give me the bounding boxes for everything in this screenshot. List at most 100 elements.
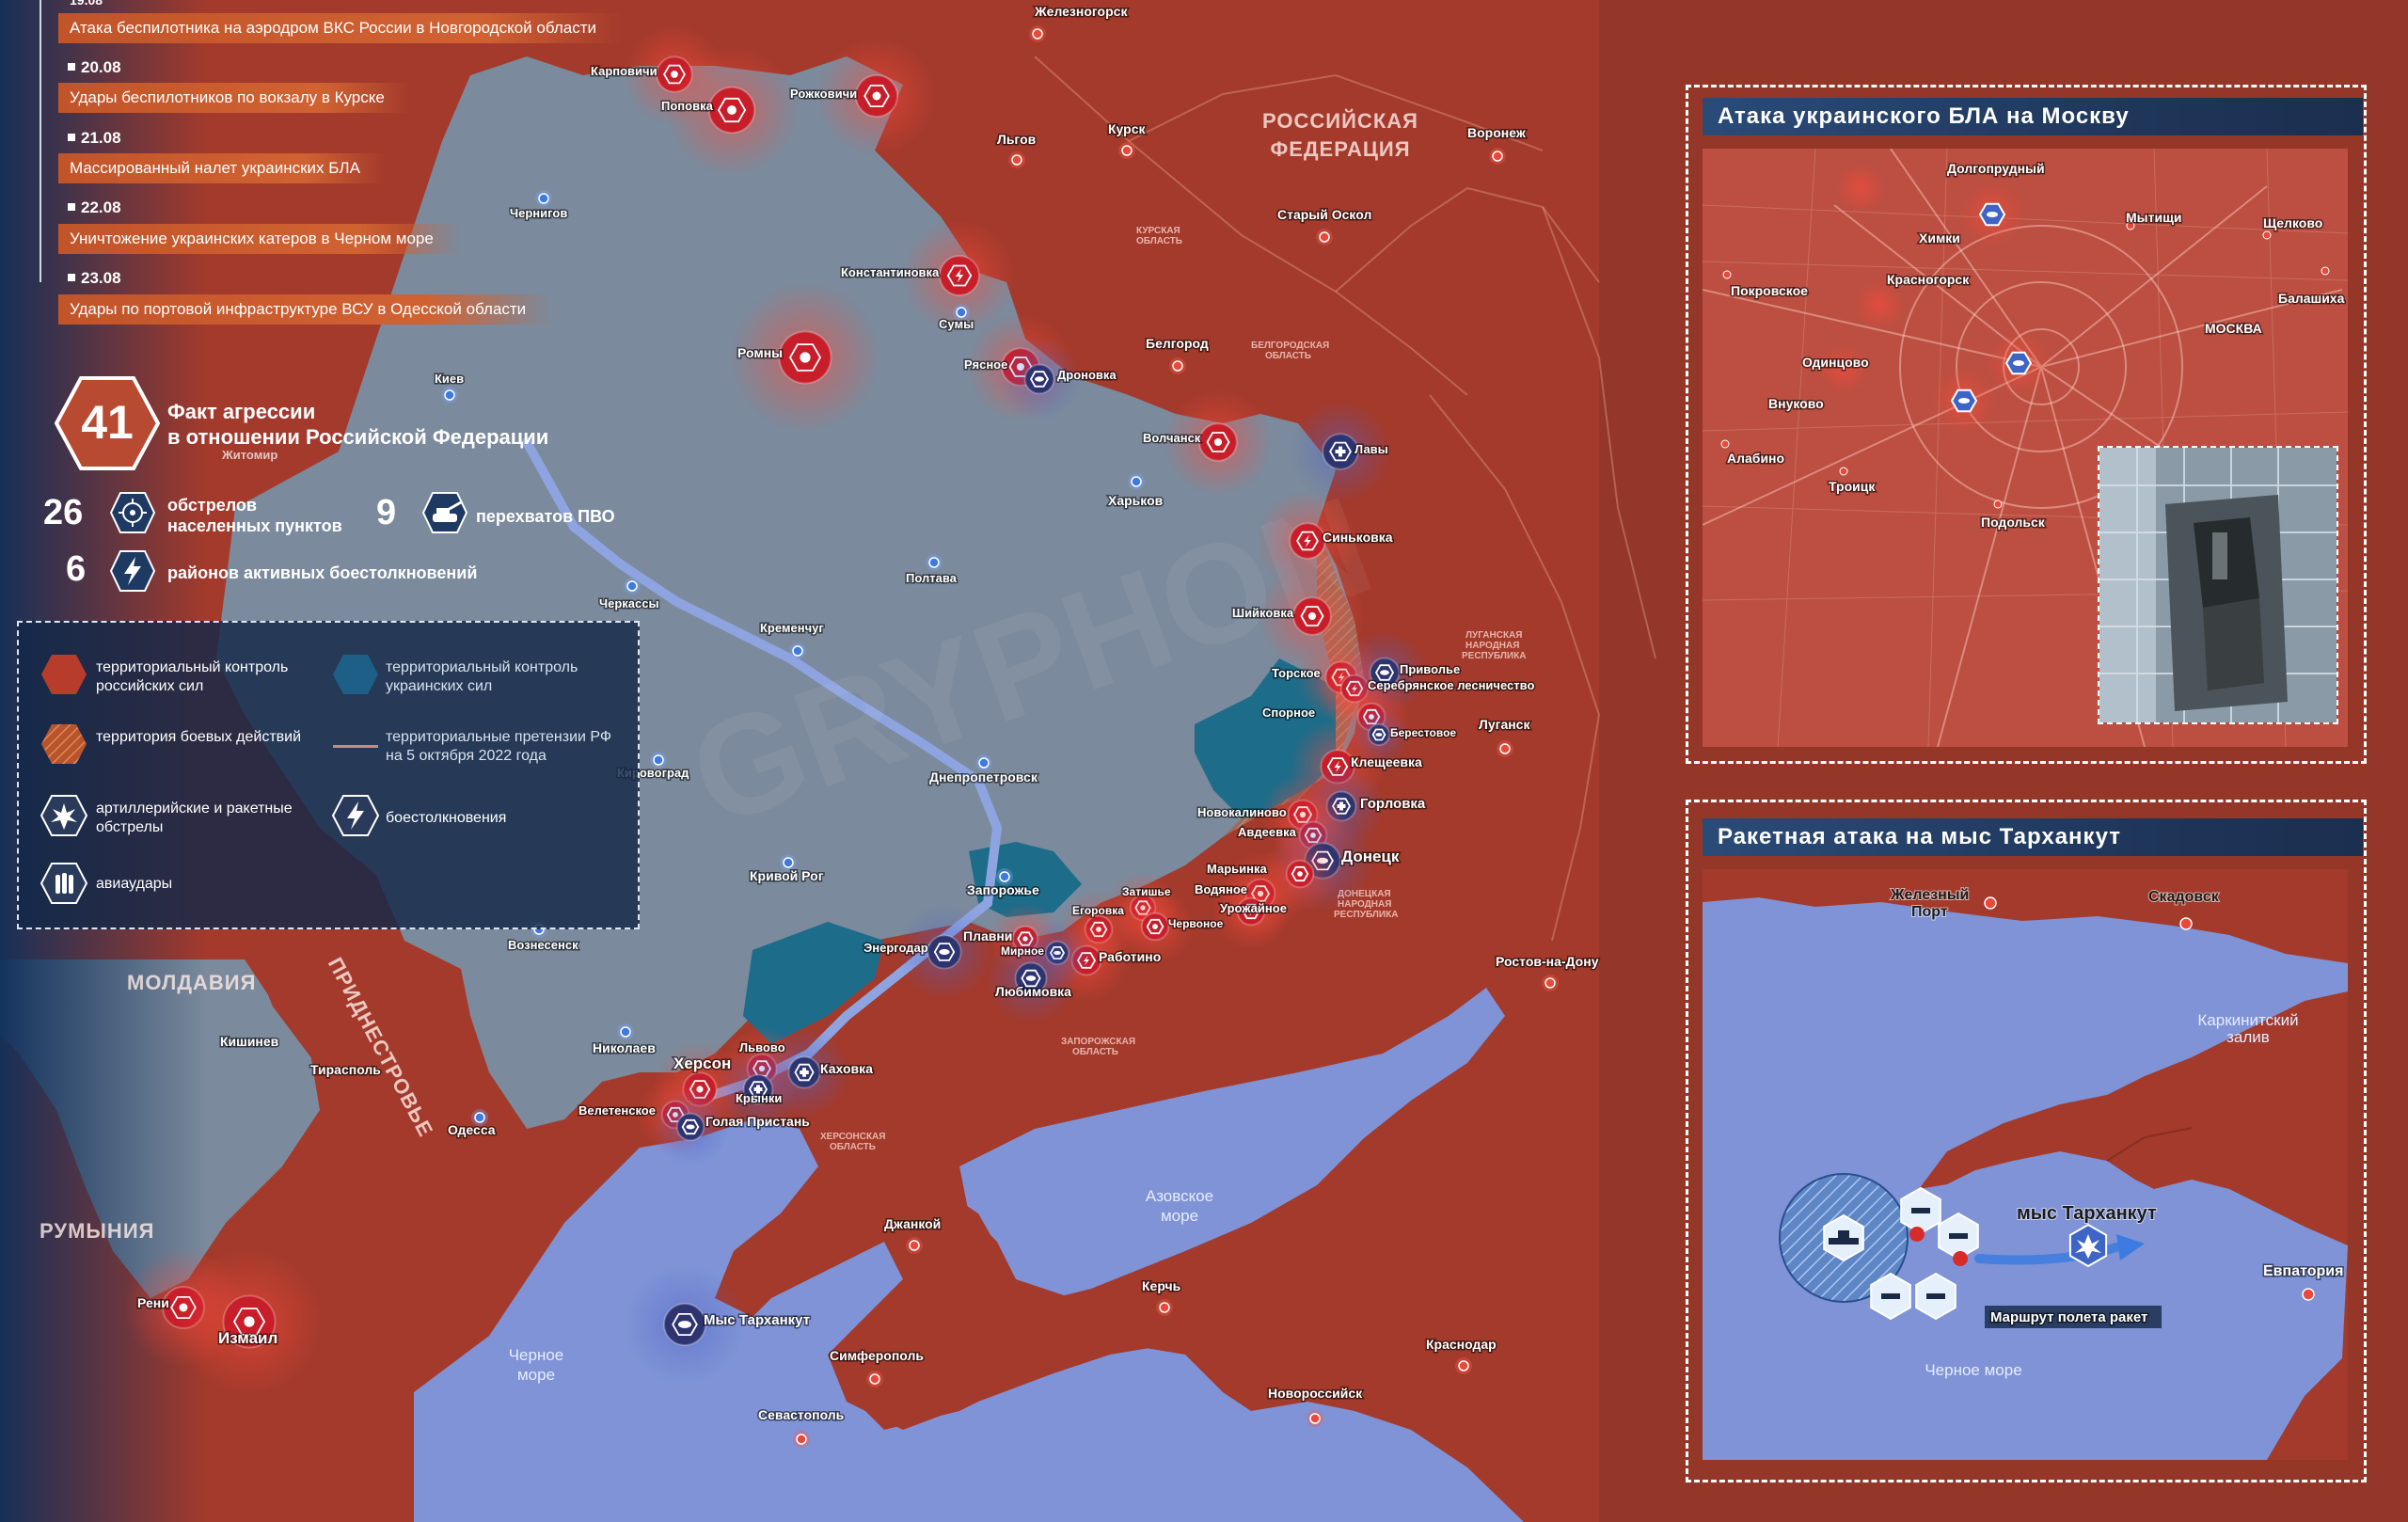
city-kakhovka[interactable]: Каховка [819, 1060, 875, 1078]
map-stage: КУРСКАЯ ОБЛАСТЬ БЕЛГОРОДСКАЯ ОБЛАСТЬ ЛУГ… [0, 0, 2408, 1522]
city-popovka[interactable]: Поповка [660, 98, 716, 115]
city-plavni[interactable]: Плавни [962, 927, 1014, 945]
region-kursk-2: ОБЛАСТЬ [1136, 236, 1182, 246]
city-avdeevka[interactable]: Авдеевка [1237, 824, 1299, 841]
city-torskoe[interactable]: Торское [1271, 665, 1323, 682]
timeline-event-5[interactable]: Удары по портовой инфраструктуре ВСУ в О… [58, 294, 553, 325]
legend-artillery: артиллерийские и ракетные обстрелы [96, 801, 293, 835]
svg-text:Воронеж: Воронеж [1467, 125, 1527, 140]
timeline-event-3[interactable]: Массированный налет украинских БЛА [58, 153, 387, 183]
city-serebryanskoe[interactable]: Серебрянское лесничество [1367, 677, 1536, 694]
svg-text:Голая Пристань: Голая Пристань [705, 1114, 810, 1129]
evpatoria-label: Евпатория [2263, 1263, 2343, 1279]
city-kleshcheevka[interactable]: Клещеевка [1350, 753, 1424, 771]
city-lvovo[interactable]: Львово [738, 1039, 787, 1056]
city-novokalinovo[interactable]: Новокалиново [1196, 804, 1289, 821]
region-kherson-2: ОБЛАСТЬ [830, 1142, 876, 1152]
svg-text:Долгопрудный: Долгопрудный [1947, 161, 2045, 176]
drone-impact-marker[interactable] [1960, 182, 2024, 246]
svg-text:Велетенское: Велетенское [578, 1103, 656, 1118]
city-krynki[interactable]: Крынки [735, 1090, 784, 1107]
city-kherson[interactable]: Херсон [673, 1054, 733, 1074]
city-zatishye[interactable]: Затишье [1121, 884, 1173, 900]
city-volchansk[interactable]: Волчанск [1142, 430, 1203, 447]
city-rabotino[interactable]: Работино [1098, 948, 1163, 966]
city-shiykovka[interactable]: Шийковка [1231, 605, 1296, 622]
combat-zone-icon [41, 724, 87, 764]
city-donetsk[interactable]: Донецк [1340, 847, 1402, 867]
timeline-event-4[interactable]: Уничтожение украинских катеров в Черном … [58, 224, 460, 254]
city-lavy[interactable]: Лавы [1354, 441, 1390, 458]
air-defense-icon [421, 492, 468, 533]
svg-text:Льгов: Льгов [997, 132, 1037, 147]
city-lyubimovka[interactable]: Любимовка [994, 983, 1073, 1001]
drone-impact-marker[interactable] [1987, 331, 2051, 395]
hit-marker-2 [1953, 1251, 1968, 1266]
incident-marker[interactable] [174, 1246, 325, 1397]
svg-text:Алабино: Алабино [1727, 451, 1784, 466]
svg-text:Водяное: Водяное [1195, 882, 1247, 896]
svg-text:Киев: Киев [435, 372, 464, 386]
country-russia: РОССИЙСКАЯ [1262, 109, 1418, 133]
drone-impact-marker[interactable] [1932, 369, 1996, 433]
svg-text:Днепропетровск: Днепропетровск [929, 769, 1038, 785]
city-sinkovka[interactable]: Синьковка [1322, 529, 1395, 547]
svg-text:Подольск: Подольск [1981, 515, 2046, 530]
tarkhankut-inset-map[interactable]: ЖелезныйПорт Скадовск Каркинитскийзалив Евп… [1703, 869, 2348, 1460]
timeline-event-2[interactable]: Удары беспилотников по вокзалу в Курске [58, 83, 411, 113]
karkinit-label: Каркинитский [2197, 1011, 2298, 1029]
country-russia-2: ФЕДЕРАЦИЯ [1270, 137, 1410, 161]
city-spornoe[interactable]: Спорное [1261, 705, 1317, 721]
total-count: 41 [81, 396, 134, 449]
timeline-date-3: 21.08 [68, 129, 121, 147]
svg-text:Затишье: Затишье [1122, 885, 1171, 898]
city-privolye[interactable]: Приволье [1399, 661, 1462, 678]
city-romny[interactable]: Ромны [737, 344, 784, 362]
crosshair-icon [109, 492, 156, 533]
svg-text:Синьковка: Синьковка [1323, 530, 1393, 545]
intercepts-count: 9 [376, 493, 397, 532]
svg-text:Рожковичи: Рожковичи [790, 87, 857, 101]
region-lpr-3: РЕСПУБЛИКА [1462, 651, 1526, 661]
city-veletenskoe[interactable]: Велетенское [578, 1102, 657, 1119]
svg-text:Ромны: Ромны [737, 345, 783, 360]
moscow-place-dolgoprudny: Долгопрудный [1946, 160, 2047, 178]
city-kishinev[interactable]: Кишинев [219, 1033, 281, 1051]
city-ryasnoe[interactable]: Рясное [963, 357, 1009, 373]
drone-impact-marker[interactable] [1855, 280, 1904, 329]
timeline-event-1[interactable]: Атака беспилотника на аэродром ВКС Росси… [58, 13, 623, 43]
svg-text:Полтава: Полтава [906, 571, 958, 585]
svg-text:Рени: Рени [137, 1295, 169, 1310]
svg-text:Вознесенск: Вознесенск [508, 938, 578, 952]
timeline-date-2: 20.08 [68, 58, 121, 76]
region-lpr: ЛУГАНСКАЯ [1465, 630, 1522, 641]
city-rozhkovichi[interactable]: Рожковичи [789, 86, 859, 103]
svg-text:Симферополь: Симферополь [830, 1348, 924, 1363]
hit-marker [1909, 1227, 1925, 1242]
city-vodyanoe[interactable]: Водяное [1194, 881, 1249, 898]
city-chervonoe[interactable]: Червоное [1167, 916, 1226, 932]
city-berestovoe[interactable]: Берестовое [1389, 725, 1458, 741]
city-egorovka[interactable]: Егоровка [1071, 903, 1126, 919]
city-tiraspol[interactable]: Тирасполь [309, 1061, 383, 1079]
city-konstantinovka[interactable]: Константиновка [840, 264, 942, 281]
city-reni[interactable]: Рени [136, 1294, 171, 1312]
sea-azov: Азовское [1146, 1187, 1213, 1205]
city-dronovka[interactable]: Дроновка [1056, 367, 1118, 384]
moscow-place-odintsovo: Одинцово [1801, 354, 1871, 372]
svg-text:Ростов-на-Дону: Ростов-на-Дону [1496, 954, 1599, 969]
drone-impact-marker[interactable] [1836, 164, 1885, 213]
city-marinka[interactable]: Марьинка [1206, 861, 1270, 878]
city-izmail[interactable]: Измаил [217, 1328, 279, 1349]
city-gorlovka[interactable]: Горловка [1359, 795, 1428, 814]
city-golaya_pristan[interactable]: Голая Пристань [705, 1113, 812, 1131]
air-strike-icon [40, 863, 88, 904]
svg-text:Мыс Тарханкут: Мыс Тарханкут [704, 1312, 810, 1328]
svg-text:Урожайное: Урожайное [1220, 901, 1287, 915]
city-tarkhankut[interactable]: Мыс Тарханкут [703, 1311, 812, 1330]
city-urozhaynoe[interactable]: Урожайное [1219, 900, 1289, 917]
city-mirnoe[interactable]: Мирное [1000, 943, 1046, 959]
city-energodar[interactable]: Энергодар [863, 940, 930, 957]
total-label: Факт агрессии в отношении Российской Фед… [167, 399, 548, 450]
events-timeline: 19.08 Атака беспилотника на аэродром ВКС… [0, 0, 623, 329]
